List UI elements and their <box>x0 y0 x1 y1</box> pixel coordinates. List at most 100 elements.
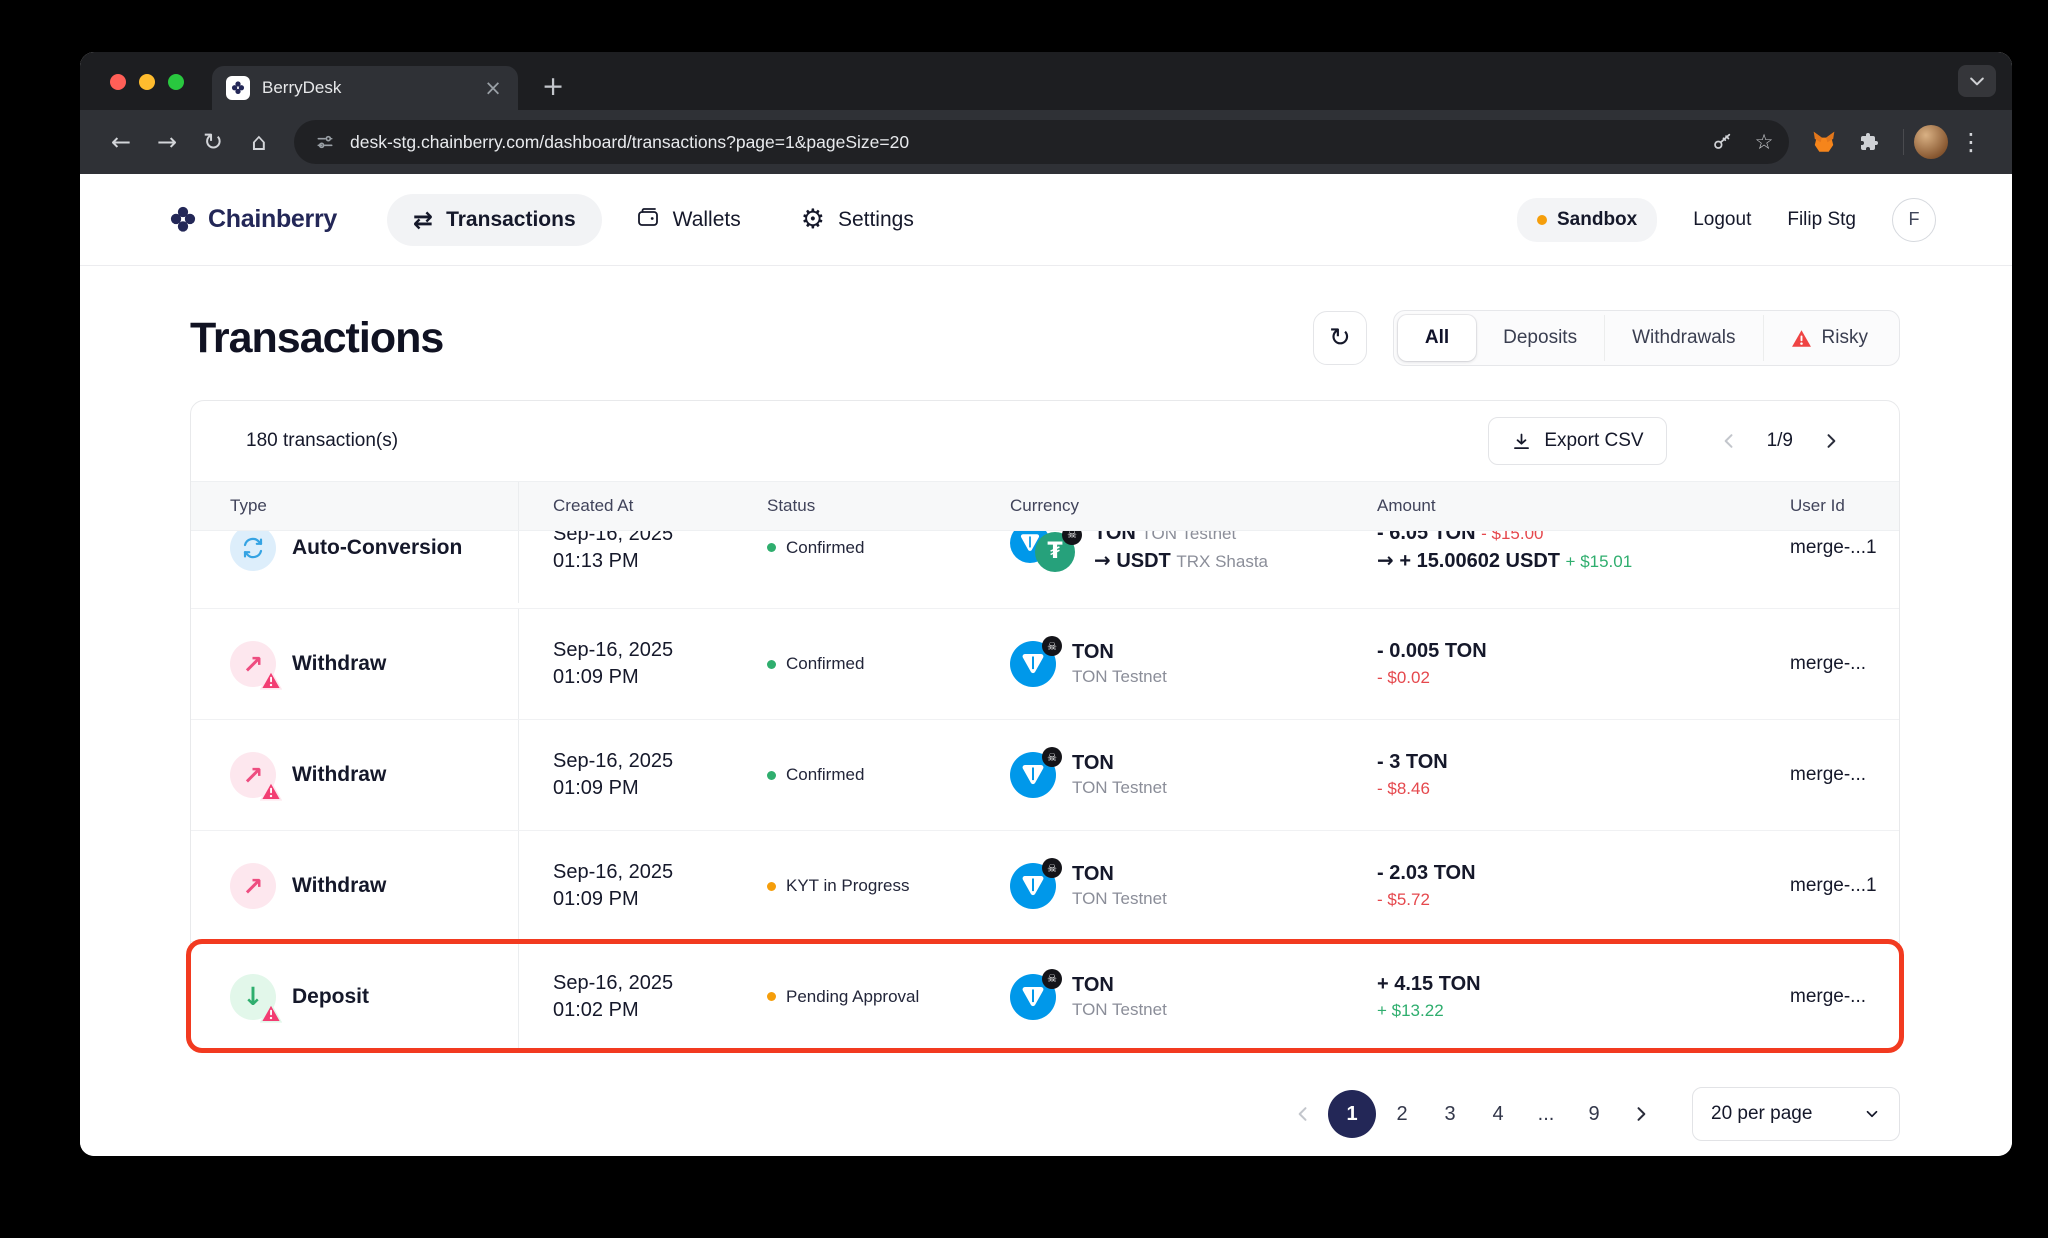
export-csv-label: Export CSV <box>1544 430 1643 452</box>
ton-coin-icon: ☠ <box>1010 974 1056 1020</box>
withdraw-icon: ↗ <box>230 752 276 798</box>
nav-item-transactions[interactable]: ⇄ Transactions <box>387 194 602 246</box>
status-label: Pending Approval <box>786 987 919 1007</box>
table-row[interactable]: ↗ Withdraw Sep-16, 2025 01:09 PM KYT in … <box>191 831 1899 942</box>
table-row[interactable]: ↗ Withdraw Sep-16, 2025 01:09 PM Confirm… <box>191 609 1899 720</box>
metamask-extension-icon[interactable] <box>1801 119 1847 165</box>
filter-tab-withdrawals[interactable]: Withdrawals <box>1604 315 1762 361</box>
table-row-highlighted[interactable]: ↓ Deposit Sep-16, 2025 01:02 PM Pending … <box>191 942 1899 1051</box>
user-avatar[interactable]: F <box>1892 198 1936 242</box>
filter-tab-all[interactable]: All <box>1398 315 1476 361</box>
pager-next-icon[interactable] <box>1821 431 1841 451</box>
browser-tab[interactable]: BerryDesk × <box>212 66 518 110</box>
filter-label: All <box>1425 327 1449 349</box>
pagination-next-icon[interactable] <box>1620 1092 1662 1136</box>
filter-tab-deposits[interactable]: Deposits <box>1476 315 1604 361</box>
reload-icon[interactable]: ↻ <box>190 119 236 165</box>
testnet-badge-icon: ☠ <box>1042 969 1062 989</box>
time: 01:09 PM <box>553 664 733 691</box>
pagination-bar: 1 2 3 4 ... 9 20 per page <box>80 1087 1900 1141</box>
pagination-prev-icon[interactable] <box>1282 1092 1324 1136</box>
password-key-icon[interactable] <box>1705 125 1739 159</box>
page-button-3[interactable]: 3 <box>1428 1092 1472 1136</box>
deposit-icon: ↓ <box>230 974 276 1020</box>
status-cell: Confirmed <box>733 654 976 674</box>
amount-cell: + 4.15 TON + $13.22 <box>1343 973 1756 1021</box>
tab-title: BerryDesk <box>262 78 468 98</box>
table-header: Type Created At Status Currency Amount U… <box>191 481 1899 531</box>
user-name[interactable]: Filip Stg <box>1787 209 1856 231</box>
currency-cell: ☠ TON TON Testnet <box>976 974 1343 1020</box>
browser-profile-avatar[interactable] <box>1914 125 1948 159</box>
status-label: KYT in Progress <box>786 876 909 896</box>
forward-icon[interactable]: → <box>144 119 190 165</box>
created-at-cell: Sep-16, 2025 01:02 PM <box>519 970 733 1024</box>
table-row[interactable]: ↗ Withdraw Sep-16, 2025 01:09 PM Confirm… <box>191 720 1899 831</box>
time: 01:09 PM <box>553 886 733 913</box>
logout-button[interactable]: Logout <box>1693 209 1751 231</box>
nav-label: Wallets <box>673 208 741 232</box>
browser-menu-icon[interactable]: ⋮ <box>1948 119 1994 165</box>
column-currency: Currency <box>976 496 1343 516</box>
type-label: Withdraw <box>292 652 386 676</box>
transaction-count: 180 transaction(s) <box>246 430 398 452</box>
filter-tab-risky[interactable]: Risky <box>1763 315 1895 361</box>
nav-item-settings[interactable]: ⚙ Settings <box>775 192 940 247</box>
brand-name: Chainberry <box>208 205 337 234</box>
new-tab-button[interactable]: + <box>534 71 572 102</box>
nav-label: Transactions <box>446 208 576 232</box>
close-window-button[interactable] <box>110 74 126 90</box>
page-button-9[interactable]: 9 <box>1572 1092 1616 1136</box>
url-text[interactable]: desk-stg.chainberry.com/dashboard/transa… <box>350 132 1697 153</box>
date: Sep-16, 2025 <box>553 748 733 775</box>
extensions-puzzle-icon[interactable] <box>1847 119 1893 165</box>
created-at-cell: Sep-16, 2025 01:09 PM <box>519 859 733 913</box>
type-cell: ↗ Withdraw <box>191 831 519 941</box>
testnet-badge-icon: ☠ <box>1042 636 1062 656</box>
risk-warning-badge-icon <box>260 781 282 801</box>
amount-cell: - 2.03 TON - $5.72 <box>1343 862 1756 910</box>
page-title: Transactions <box>190 314 443 363</box>
conversion-arrow-icon: → <box>1094 548 1111 572</box>
browser-window: BerryDesk × + ← → ↻ ⌂ desk-stg.chainberr… <box>80 52 2012 1156</box>
amount-cell: - 0.005 TON - $0.02 <box>1343 640 1756 688</box>
filter-label: Deposits <box>1503 327 1577 349</box>
user-id-cell: merge-... <box>1756 764 1899 786</box>
time: 01:02 PM <box>553 997 733 1024</box>
chevron-down-icon <box>1863 1105 1881 1123</box>
ton-coin-icon: ☠ <box>1010 641 1056 687</box>
table-row[interactable]: Auto-Conversion Sep-16, 2025 01:13 PM Co… <box>191 531 1899 609</box>
page-button-4[interactable]: 4 <box>1476 1092 1520 1136</box>
refresh-button[interactable]: ↻ <box>1313 311 1367 365</box>
status-cell: Pending Approval <box>733 987 976 1007</box>
header-right: Sandbox Logout Filip Stg F <box>1517 198 1936 242</box>
ton-coin-icon: ☠ <box>1010 863 1056 909</box>
filter-tabs: All Deposits Withdrawals Risky <box>1393 310 1900 366</box>
address-bar[interactable]: desk-stg.chainberry.com/dashboard/transa… <box>294 120 1789 164</box>
ton-coin-icon: ☠ <box>1010 752 1056 798</box>
tab-close-icon[interactable]: × <box>480 76 506 100</box>
page-size-select[interactable]: 20 per page <box>1692 1087 1900 1141</box>
status-label: Confirmed <box>786 765 864 785</box>
site-settings-icon[interactable] <box>308 125 342 159</box>
browser-tab-strip: BerryDesk × + <box>80 52 2012 110</box>
risky-warning-icon <box>1791 329 1812 348</box>
page-button-2[interactable]: 2 <box>1380 1092 1424 1136</box>
pager-prev-icon[interactable] <box>1719 431 1739 451</box>
nav-item-wallets[interactable]: Wallets <box>610 191 767 248</box>
sandbox-dot-icon <box>1537 215 1547 225</box>
browser-toolbar: ← → ↻ ⌂ desk-stg.chainberry.com/dashboar… <box>80 110 2012 174</box>
testnet-badge-icon: ☠ <box>1042 747 1062 767</box>
column-amount: Amount <box>1343 496 1756 516</box>
tab-search-chevron-button[interactable] <box>1958 65 1996 97</box>
chainberry-logo[interactable]: Chainberry <box>168 205 337 235</box>
home-icon[interactable]: ⌂ <box>236 119 282 165</box>
back-icon[interactable]: ← <box>98 119 144 165</box>
page-button-1[interactable]: 1 <box>1328 1090 1376 1138</box>
minimize-window-button[interactable] <box>139 74 155 90</box>
risk-warning-badge-icon <box>260 670 282 690</box>
export-csv-button[interactable]: Export CSV <box>1488 417 1666 465</box>
risk-warning-badge-icon <box>260 1003 282 1023</box>
bookmark-star-icon[interactable]: ☆ <box>1747 125 1781 159</box>
maximize-window-button[interactable] <box>168 74 184 90</box>
